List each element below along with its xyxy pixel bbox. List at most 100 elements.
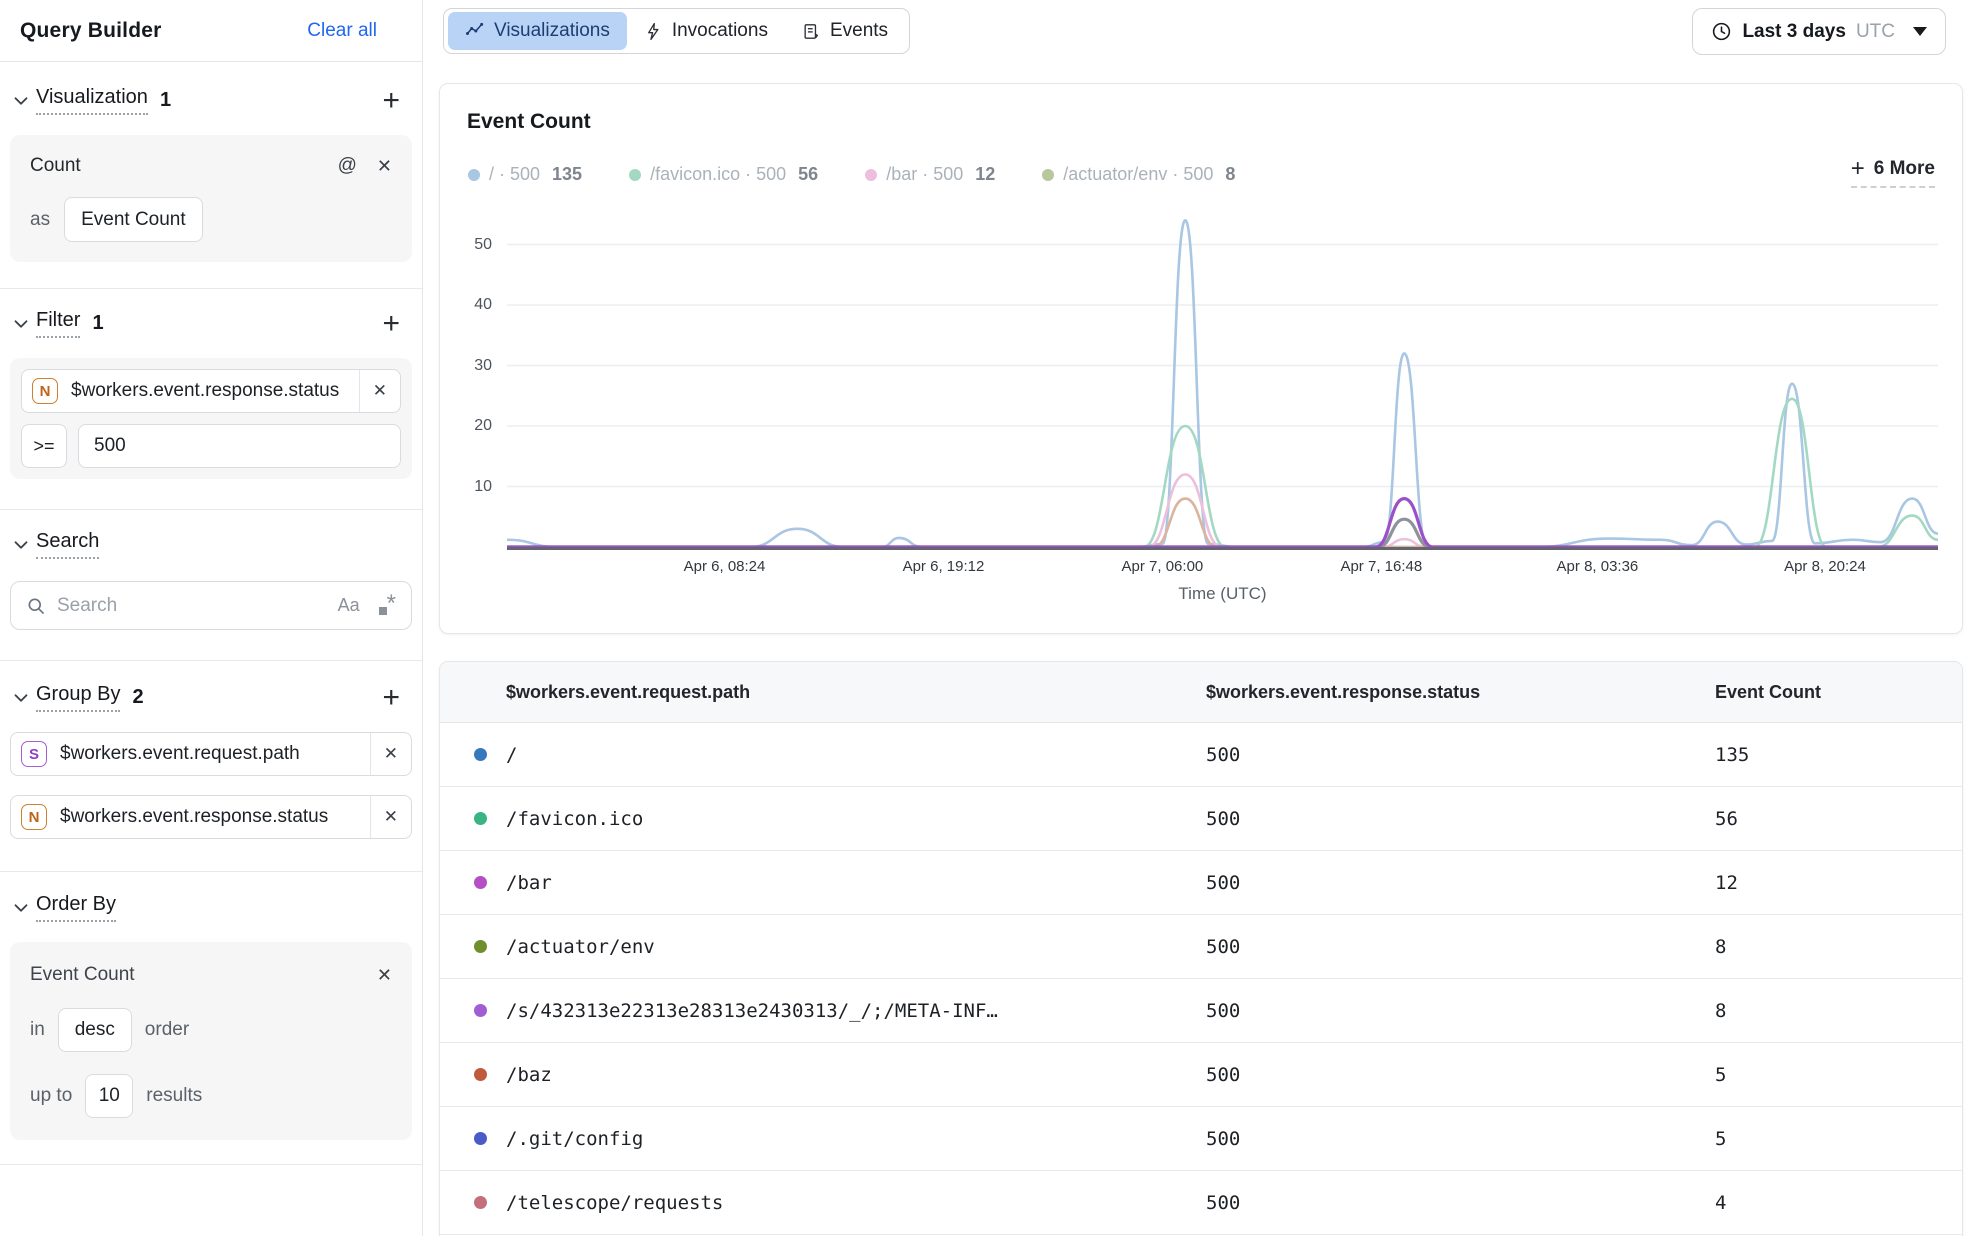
table-row[interactable]: /.git/config 500 5: [440, 1107, 1962, 1171]
column-header-status[interactable]: $workers.event.response.status: [1206, 682, 1715, 703]
visualization-count: 1: [160, 89, 171, 112]
chevron-down-icon[interactable]: [10, 897, 32, 919]
series-color-dot: [468, 169, 480, 181]
sort-direction-select[interactable]: desc: [58, 1008, 132, 1052]
table-row[interactable]: /baz 500 5: [440, 1043, 1962, 1107]
tab-visualizations[interactable]: Visualizations: [448, 12, 627, 50]
table-row[interactable]: /telescope/requests 500 4: [440, 1171, 1962, 1235]
bolt-icon: [644, 22, 663, 41]
in-label: in: [30, 1019, 45, 1041]
chart-plot-area[interactable]: [507, 217, 1938, 552]
table-header-row: $workers.event.request.path $workers.eve…: [440, 662, 1962, 723]
x-axis-title: Time (UTC): [507, 584, 1938, 604]
result-limit-input[interactable]: 10: [85, 1074, 133, 1118]
chevron-down-icon[interactable]: [10, 534, 32, 556]
legend-item[interactable]: /favicon.ico · 500 56: [629, 164, 818, 185]
results-table-card: $workers.event.request.path $workers.eve…: [439, 661, 1963, 1236]
remove-group-by-icon[interactable]: ✕: [370, 796, 411, 838]
match-case-icon[interactable]: Aa: [338, 595, 360, 616]
string-type-badge: S: [21, 741, 47, 767]
close-icon[interactable]: ✕: [377, 156, 392, 177]
legend-item[interactable]: /bar · 500 12: [865, 164, 995, 185]
legend-count: 56: [798, 164, 818, 185]
chevron-down-icon[interactable]: [10, 313, 32, 335]
table-row[interactable]: /s/432313e22313e28313e2430313/_/;/META-I…: [440, 979, 1962, 1043]
series-color-dot: [474, 1004, 487, 1017]
table-row[interactable]: /actuator/env 500 8: [440, 915, 1962, 979]
cell-request-path: /actuator/env: [506, 936, 655, 958]
y-tick-label: 50: [440, 236, 492, 254]
group-by-field[interactable]: S $workers.event.request.path ✕: [10, 732, 412, 776]
legend-count: 12: [975, 164, 995, 185]
time-range-selector[interactable]: Last 3 days UTC: [1692, 8, 1946, 55]
clear-all-link[interactable]: Clear all: [307, 20, 377, 42]
legend-count: 135: [552, 164, 582, 185]
column-header-count[interactable]: Event Count: [1715, 682, 1962, 703]
group-by-section: Group By 2 + S $workers.event.request.pa…: [0, 683, 422, 871]
filter-operator-select[interactable]: >=: [21, 424, 67, 468]
table-row[interactable]: /bar 500 12: [440, 851, 1962, 915]
filter-card: N $workers.event.response.status ✕ >=: [10, 358, 412, 479]
y-tick-label: 30: [440, 357, 492, 375]
results-label: results: [146, 1085, 202, 1107]
timezone-label: UTC: [1856, 21, 1895, 43]
tab-label: Invocations: [672, 20, 768, 42]
cell-event-count: 12: [1715, 872, 1962, 894]
visualization-alias-field[interactable]: Event Count: [64, 197, 203, 242]
column-header-path[interactable]: $workers.event.request.path: [440, 682, 1206, 703]
table-row[interactable]: /favicon.ico 500 56: [440, 787, 1962, 851]
divider: [0, 871, 422, 872]
cell-response-status: 500: [1206, 1192, 1715, 1214]
line-chart-icon: [465, 21, 485, 41]
add-visualization-button[interactable]: +: [382, 90, 400, 112]
number-type-badge: N: [32, 378, 58, 404]
chevron-down-icon[interactable]: [10, 687, 32, 709]
series-color-dot: [474, 748, 487, 761]
search-box: Aa *: [10, 581, 412, 630]
cell-request-path: /telescope/requests: [506, 1192, 723, 1214]
remove-order-by-icon[interactable]: ✕: [377, 965, 392, 986]
filter-field-selector[interactable]: N $workers.event.response.status ✕: [21, 369, 401, 413]
y-tick-label: 20: [440, 417, 492, 435]
time-range-label: Last 3 days: [1742, 21, 1846, 43]
legend-item[interactable]: /actuator/env · 500 8: [1042, 164, 1235, 185]
divider: [0, 288, 422, 289]
x-tick-label: Apr 7, 16:48: [1340, 558, 1422, 575]
tab-events[interactable]: Events: [785, 12, 905, 50]
at-icon[interactable]: @: [338, 155, 357, 177]
add-filter-button[interactable]: +: [382, 313, 400, 335]
legend-item[interactable]: / · 500 135: [468, 164, 582, 185]
divider: [0, 509, 422, 510]
remove-group-by-icon[interactable]: ✕: [370, 733, 411, 775]
cell-request-path: /s/432313e22313e28313e2430313/_/;/META-I…: [506, 1000, 998, 1022]
chevron-down-icon[interactable]: [10, 90, 32, 112]
group-by-field[interactable]: N $workers.event.response.status ✕: [10, 795, 412, 839]
series-color-dot: [1042, 169, 1054, 181]
cell-request-path: /favicon.ico: [506, 808, 643, 830]
cell-response-status: 500: [1206, 1000, 1715, 1022]
filter-value-input[interactable]: [78, 424, 401, 468]
legend-count: 8: [1225, 164, 1235, 185]
regex-icon[interactable]: *: [379, 597, 396, 615]
group-by-section-header: Group By 2 +: [0, 683, 422, 712]
plus-icon: +: [1851, 160, 1865, 178]
group-by-field-name: $workers.event.request.path: [60, 743, 370, 765]
page-title: Query Builder: [20, 19, 161, 43]
cell-request-path: /.git/config: [506, 1128, 643, 1150]
search-input[interactable]: [57, 595, 327, 617]
cell-event-count: 135: [1715, 744, 1962, 766]
legend-more-button[interactable]: + 6 More: [1851, 158, 1935, 188]
filter-field-name: $workers.event.response.status: [71, 380, 359, 402]
cell-request-path: /bar: [506, 872, 552, 894]
series-color-dot: [474, 1132, 487, 1145]
order-by-card: Event Count ✕ in desc order up to 10 res…: [10, 942, 412, 1140]
cell-event-count: 5: [1715, 1128, 1962, 1150]
cell-response-status: 500: [1206, 872, 1715, 894]
add-group-by-button[interactable]: +: [382, 687, 400, 709]
order-by-section-label: Order By: [36, 893, 116, 922]
tab-invocations[interactable]: Invocations: [627, 12, 785, 50]
remove-filter-icon[interactable]: ✕: [359, 370, 400, 412]
table-row[interactable]: / 500 135: [440, 723, 1962, 787]
order-by-field: Event Count: [30, 964, 135, 986]
event-count-chart-card: Event Count / · 500 135 /favicon.ico · 5…: [439, 83, 1963, 634]
